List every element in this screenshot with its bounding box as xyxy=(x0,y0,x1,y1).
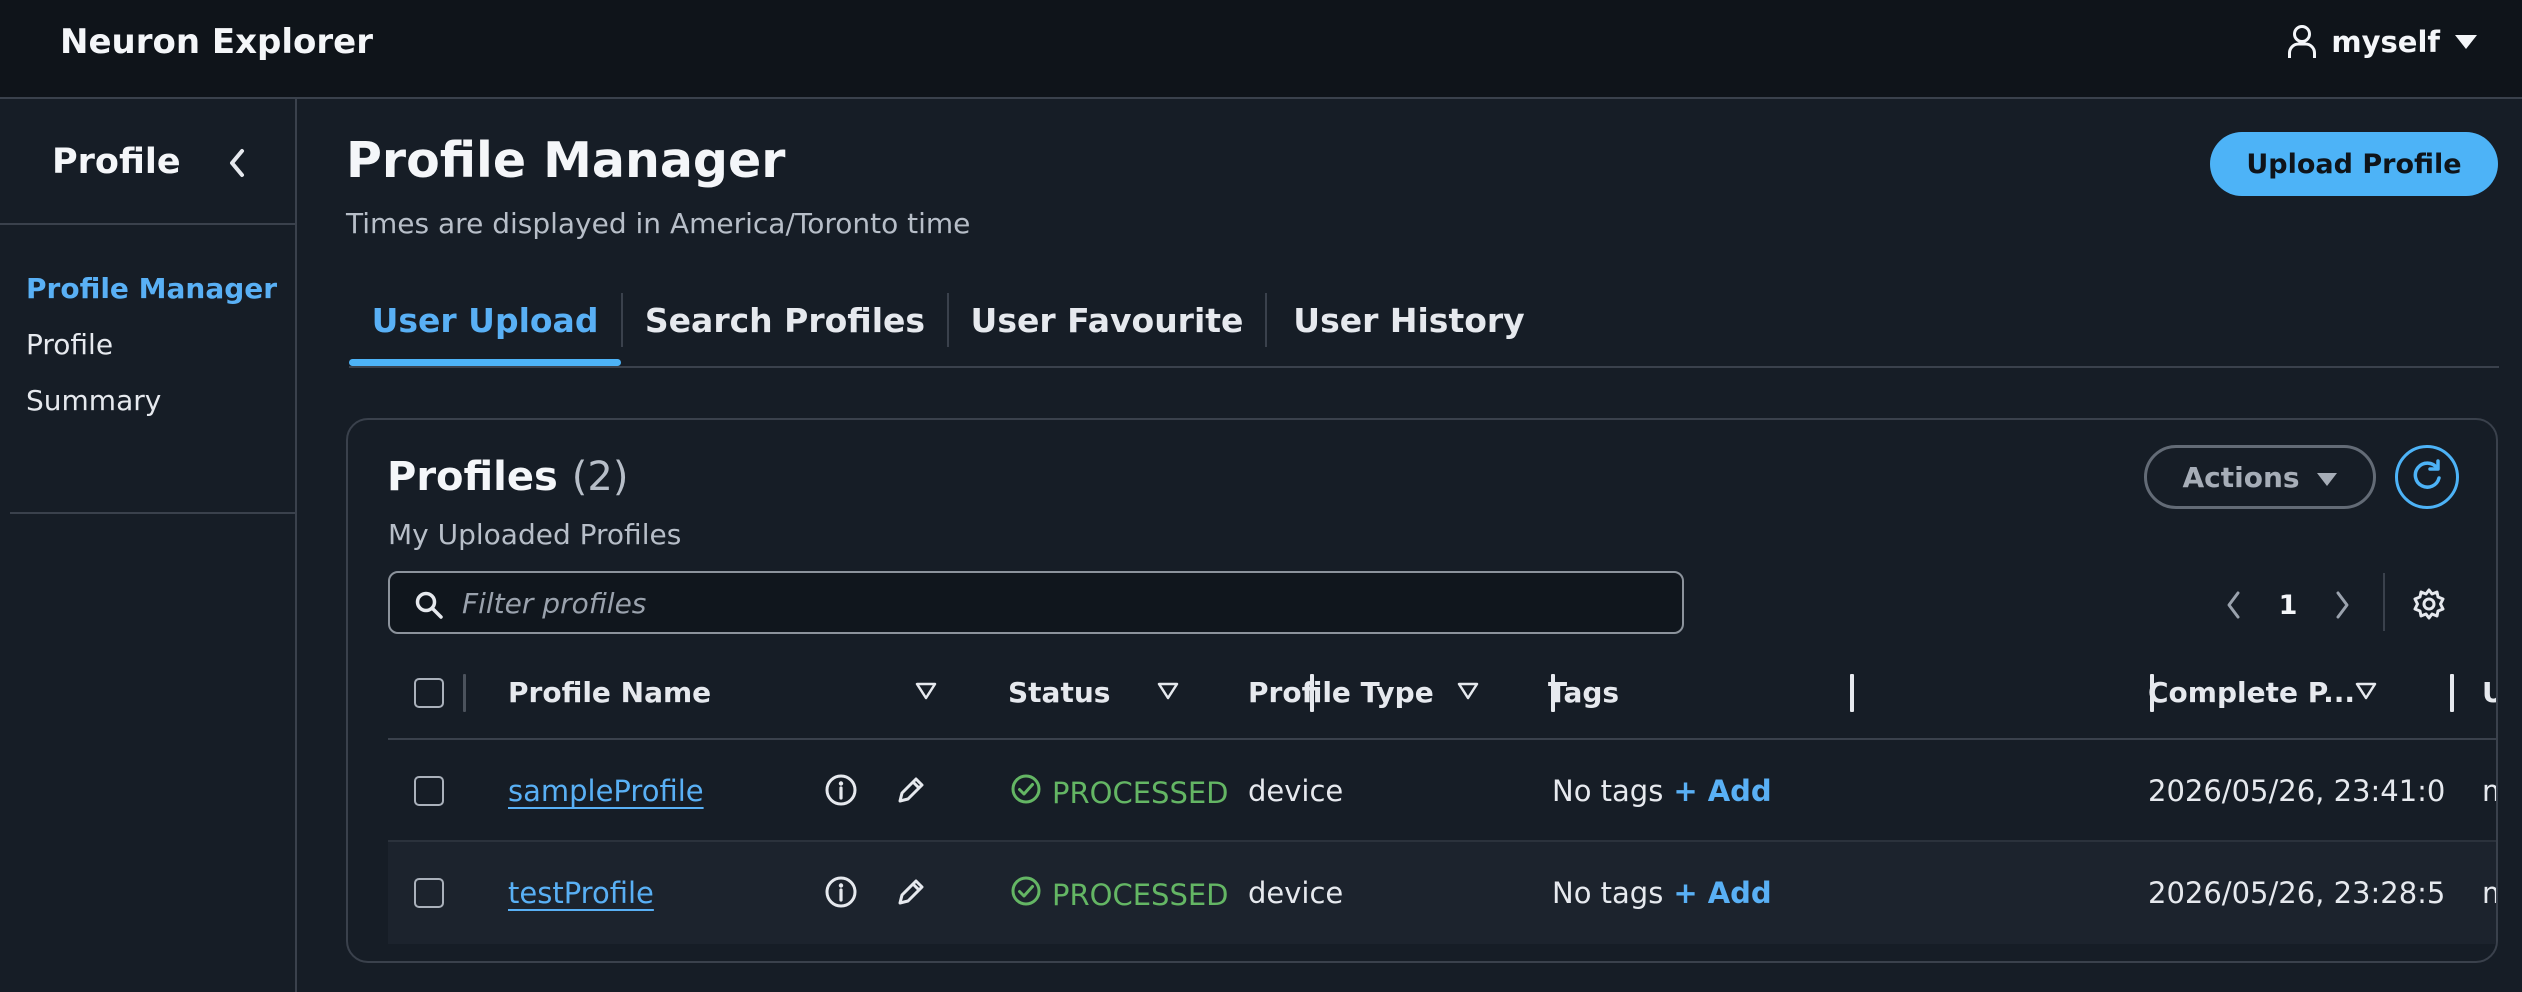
filter-profiles-input[interactable] xyxy=(462,581,1662,625)
add-tag-button[interactable]: + Add xyxy=(1673,876,1771,910)
user-menu[interactable]: myself xyxy=(2287,24,2478,60)
sidebar-divider xyxy=(10,512,295,514)
profile-type: device xyxy=(1248,876,1344,910)
status-badge: PROCESSED xyxy=(1010,875,1229,914)
completed-time: 2026/05/26, 23:41:0 xyxy=(2148,774,2446,808)
check-circle-icon xyxy=(1010,773,1042,812)
user-name: myself xyxy=(2331,25,2440,59)
profiles-subtitle: My Uploaded Profiles xyxy=(388,518,682,551)
page-title: Profile Manager xyxy=(346,132,786,189)
tags-text: No tags xyxy=(1552,876,1664,910)
row-checkbox[interactable] xyxy=(414,776,444,806)
table-header: Profile Name Status Profile Type Tags Co… xyxy=(388,652,2496,740)
actions-dropdown[interactable]: Actions xyxy=(2144,445,2376,509)
column-divider xyxy=(463,674,466,712)
current-page[interactable]: 1 xyxy=(2252,590,2324,621)
gear-icon[interactable] xyxy=(2412,587,2446,625)
tab-bar: User Upload Search Profiles User Favouri… xyxy=(349,289,2499,368)
uploader: mys xyxy=(2482,876,2496,910)
edit-icon[interactable] xyxy=(894,773,928,811)
profiles-panel: Profiles (2) My Uploaded Profiles Action… xyxy=(346,418,2498,963)
active-tab-indicator xyxy=(349,359,621,366)
main-content: Profile Manager Times are displayed in A… xyxy=(297,99,2522,992)
column-header-uploader[interactable]: Upl xyxy=(2482,676,2496,709)
row-checkbox[interactable] xyxy=(414,878,444,908)
app-title: Neuron Explorer xyxy=(60,22,373,62)
tab-user-history[interactable]: User History xyxy=(1267,289,1551,368)
table-row: sampleProfile PROCESSED device No tags + … xyxy=(388,740,2496,842)
column-header-profile-type[interactable]: Profile Type xyxy=(1248,676,1434,709)
top-bar: Neuron Explorer myself xyxy=(0,0,2522,99)
actions-label: Actions xyxy=(2182,460,2300,494)
info-icon[interactable] xyxy=(824,875,858,913)
profile-name-link[interactable]: sampleProfile xyxy=(508,774,704,808)
filter-box xyxy=(388,571,1684,634)
sidebar-title: Profile xyxy=(52,142,181,182)
completed-time: 2026/05/26, 23:28:5 xyxy=(2148,876,2446,910)
timezone-note: Times are displayed in America/Toronto t… xyxy=(346,207,971,240)
sort-filter-icon[interactable] xyxy=(1457,682,1479,704)
info-icon[interactable] xyxy=(824,773,858,811)
next-page-icon[interactable] xyxy=(2324,587,2360,623)
table-row: testProfile PROCESSED device No tags + Ad… xyxy=(388,842,2496,944)
tags-cell: No tags + Add xyxy=(1552,774,1772,808)
sort-filter-icon[interactable] xyxy=(1157,682,1179,704)
tags-text: No tags xyxy=(1552,774,1664,808)
status-text: PROCESSED xyxy=(1052,877,1229,912)
edit-icon[interactable] xyxy=(894,875,928,913)
column-header-tags[interactable]: Tags xyxy=(1548,676,1619,709)
profiles-count: (2) xyxy=(571,454,629,500)
tags-cell: No tags + Add xyxy=(1552,876,1772,910)
profile-name-link[interactable]: testProfile xyxy=(508,876,654,910)
prev-page-icon[interactable] xyxy=(2216,587,2252,623)
profiles-title: Profiles xyxy=(387,454,558,500)
pager-divider xyxy=(2383,573,2385,631)
user-icon xyxy=(2287,24,2317,60)
refresh-icon xyxy=(2407,456,2447,499)
status-text: PROCESSED xyxy=(1052,775,1229,810)
sidebar-item-profile[interactable]: Profile xyxy=(26,317,277,373)
sidebar-nav: Profile Manager Profile Summary xyxy=(26,261,277,429)
pagination: 1 xyxy=(2216,585,2360,625)
select-all-checkbox[interactable] xyxy=(414,678,444,708)
column-header-profile-name[interactable]: Profile Name xyxy=(508,676,711,709)
tab-user-upload[interactable]: User Upload xyxy=(349,289,621,368)
profile-type: device xyxy=(1248,774,1344,808)
sidebar-header: Profile xyxy=(0,99,295,225)
status-badge: PROCESSED xyxy=(1010,773,1229,812)
sort-filter-icon[interactable] xyxy=(2355,682,2377,704)
sidebar-item-profile-manager[interactable]: Profile Manager xyxy=(26,261,277,317)
column-header-complete[interactable]: Complete P... xyxy=(2148,676,2355,709)
sort-filter-icon[interactable] xyxy=(915,682,937,704)
caret-down-icon xyxy=(2316,461,2338,494)
sidebar-item-summary[interactable]: Summary xyxy=(26,373,277,429)
check-circle-icon xyxy=(1010,875,1042,914)
uploader: mys xyxy=(2482,774,2496,808)
upload-profile-button[interactable]: Upload Profile xyxy=(2210,132,2498,196)
chevron-left-icon[interactable] xyxy=(224,145,250,181)
column-divider[interactable] xyxy=(1850,674,1854,712)
caret-down-icon xyxy=(2454,33,2478,51)
profiles-heading: Profiles (2) xyxy=(387,454,628,500)
refresh-button[interactable] xyxy=(2395,445,2459,509)
tab-user-favourite[interactable]: User Favourite xyxy=(949,289,1265,368)
tab-search-profiles[interactable]: Search Profiles xyxy=(623,289,947,368)
column-divider[interactable] xyxy=(2450,674,2454,712)
add-tag-button[interactable]: + Add xyxy=(1673,774,1771,808)
sidebar: Profile Profile Manager Profile Summary xyxy=(0,99,297,992)
column-header-status[interactable]: Status xyxy=(1008,676,1110,709)
